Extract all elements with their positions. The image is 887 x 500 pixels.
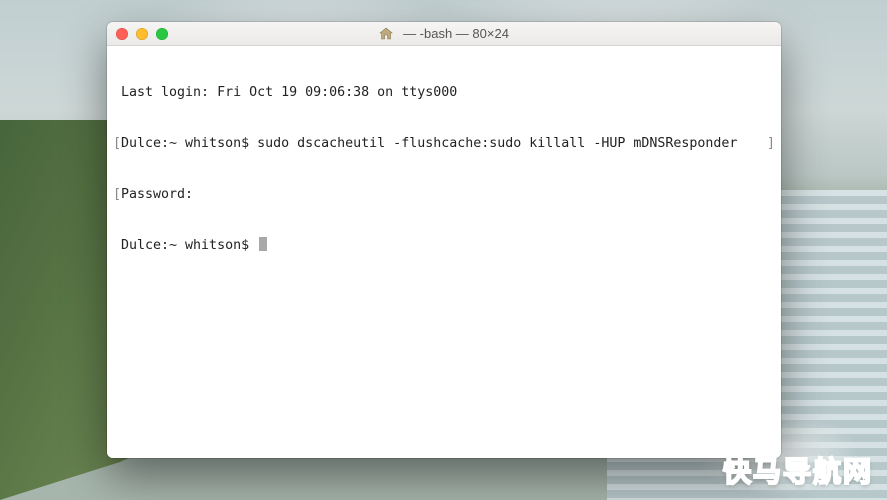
terminal-text: Dulce:~ whitson$ sudo dscacheutil -flush… (121, 135, 767, 152)
zoom-icon[interactable] (156, 28, 168, 40)
window-title-text: — -bash — 80×24 (403, 26, 509, 41)
terminal-body[interactable]: Last login: Fri Oct 19 09:06:38 on ttys0… (107, 46, 781, 458)
terminal-text: Last login: Fri Oct 19 09:06:38 on ttys0… (121, 84, 767, 101)
terminal-line: [ Password: (113, 186, 775, 203)
minimize-icon[interactable] (136, 28, 148, 40)
terminal-prompt: Dulce:~ whitson$ (121, 237, 767, 254)
traffic-lights (116, 28, 168, 40)
terminal-line: [ Dulce:~ whitson$ sudo dscacheutil -flu… (113, 135, 775, 152)
window-title: — -bash — 80×24 (379, 26, 509, 41)
terminal-line: Last login: Fri Oct 19 09:06:38 on ttys0… (113, 84, 775, 101)
close-icon[interactable] (116, 28, 128, 40)
open-bracket: [ (113, 135, 121, 152)
home-icon (379, 27, 393, 40)
watermark-text: 快马导航网 (723, 450, 873, 490)
terminal-text: Password: (121, 186, 767, 203)
close-bracket: ] (767, 135, 775, 152)
window-titlebar[interactable]: — -bash — 80×24 (107, 22, 781, 46)
terminal-window: — -bash — 80×24 Last login: Fri Oct 19 0… (107, 22, 781, 458)
prompt-text: Dulce:~ whitson$ (121, 238, 257, 253)
cursor-icon (259, 237, 267, 251)
terminal-line: Dulce:~ whitson$ (113, 237, 775, 254)
open-bracket: [ (113, 186, 121, 203)
